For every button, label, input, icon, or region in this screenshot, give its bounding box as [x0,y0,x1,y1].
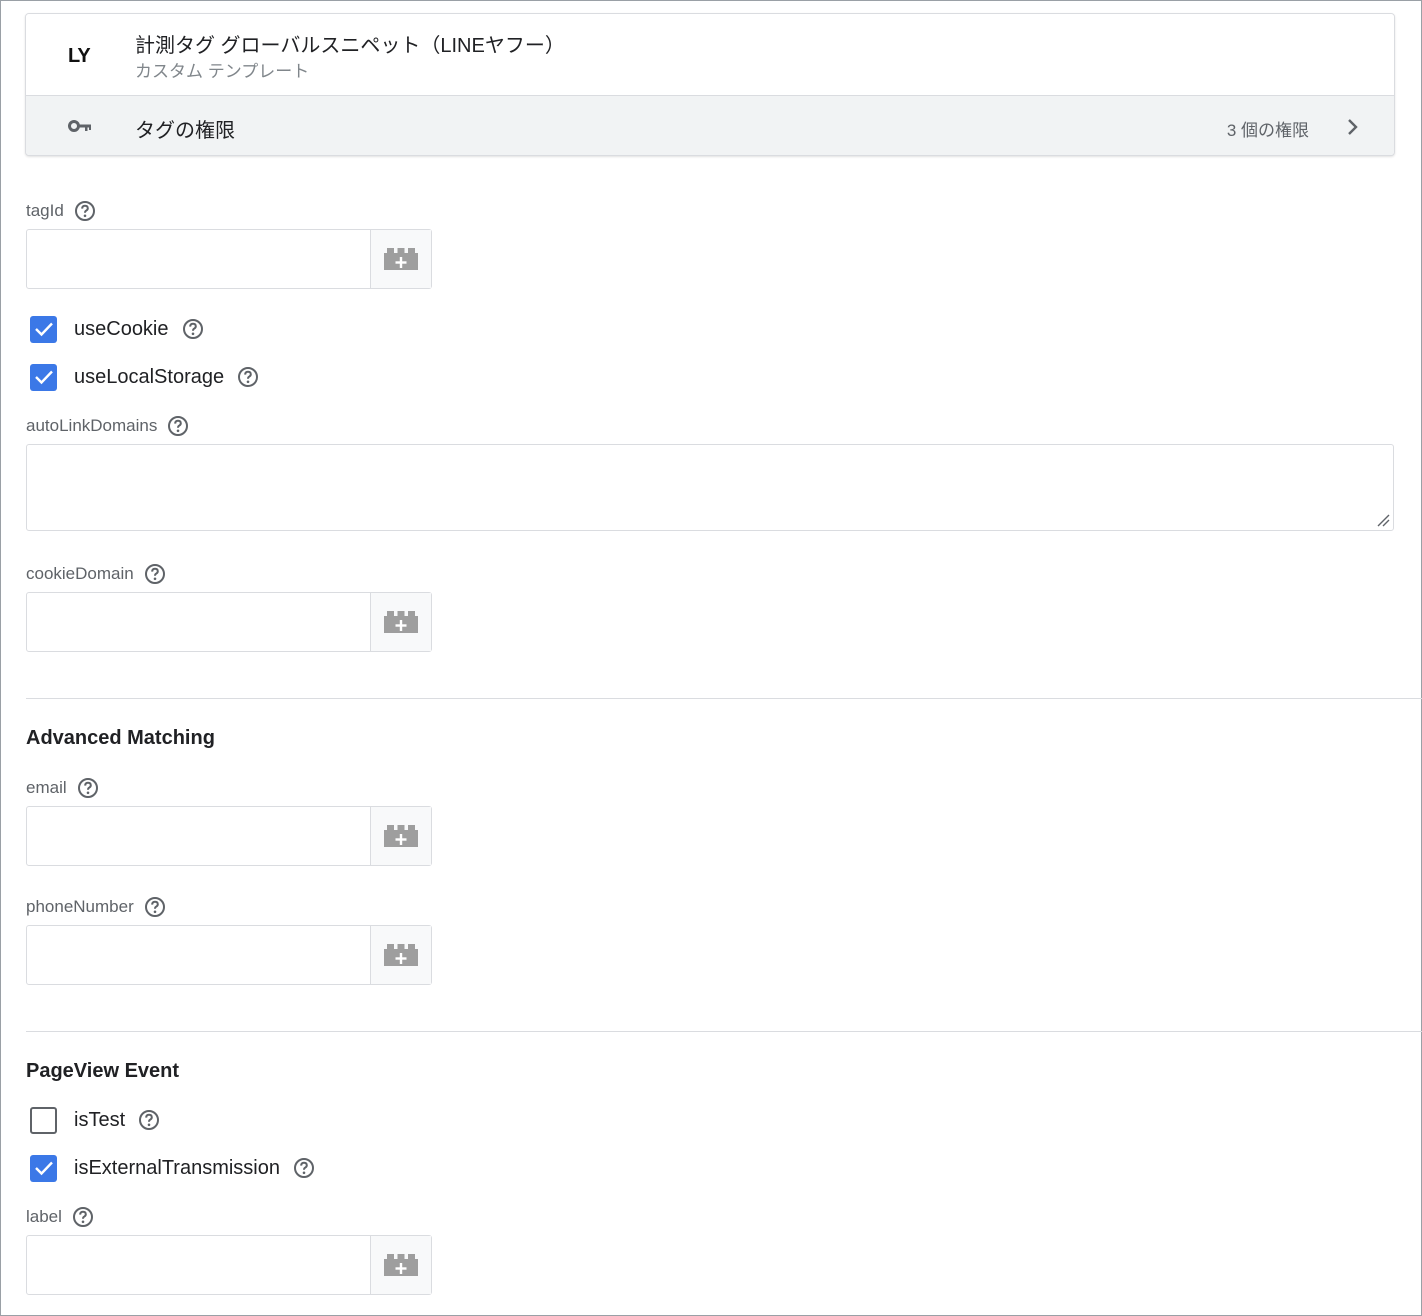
tagid-input[interactable] [27,230,370,288]
help-icon[interactable] [77,777,99,799]
email-label-row: email [26,776,99,800]
email-label: email [26,778,67,797]
autolinkdomains-textarea[interactable] [26,444,1394,531]
autolinkdomains-label: autoLinkDomains [26,416,158,435]
help-icon[interactable] [144,896,166,918]
istest-checkbox-row[interactable]: isTest [30,1106,160,1134]
cookiedomain-label: cookieDomain [26,564,134,583]
template-subtitle: カスタム テンプレート [135,62,310,81]
email-input[interactable] [27,807,370,865]
cookiedomain-input-group [26,592,432,652]
template-card: LY 計測タグ グローバルスニペット（LINEヤフー） カスタム テンプレート … [25,13,1395,156]
uselocalstorage-checkbox-row[interactable]: useLocalStorage [30,363,259,391]
tag-permissions-row[interactable]: タグの権限 3 個の権限 [26,96,1394,155]
tagid-variable-button[interactable] [370,230,431,288]
istest-label: isTest [74,1108,126,1131]
checkmark-icon [34,322,53,337]
uselocalstorage-label: useLocalStorage [74,365,225,388]
usecookie-label: useCookie [74,317,169,340]
template-info: LY 計測タグ グローバルスニペット（LINEヤフー） カスタム テンプレート [26,14,1394,96]
checkmark-icon [34,1161,53,1176]
help-icon[interactable] [74,200,96,222]
add-variable-icon [384,825,418,847]
tag-permissions-label: タグの権限 [135,120,235,142]
usecookie-checkbox[interactable] [30,315,57,343]
istest-checkbox[interactable] [30,1106,57,1134]
label-variable-button[interactable] [370,1236,431,1294]
tagid-label: tagId [26,201,64,220]
add-variable-icon [384,248,418,270]
autolinkdomains-label-row: autoLinkDomains [26,414,189,438]
pageview-event-title: PageView Event [26,1060,180,1082]
key-icon [68,120,91,132]
email-variable-button[interactable] [370,807,431,865]
resize-handle-icon[interactable] [1376,513,1390,527]
label-field-label-row: label [26,1205,94,1229]
isexternaltransmission-label: isExternalTransmission [74,1156,280,1179]
help-icon[interactable] [138,1109,160,1131]
usecookie-checkbox-row[interactable]: useCookie [30,315,204,343]
help-icon[interactable] [72,1206,94,1228]
help-icon[interactable] [167,415,189,437]
label-input-group [26,1235,432,1295]
help-icon[interactable] [237,366,259,388]
label-input[interactable] [27,1236,370,1294]
phonenumber-label: phoneNumber [26,897,134,916]
cookiedomain-label-row: cookieDomain [26,562,166,586]
cookiedomain-variable-button[interactable] [370,593,431,651]
cookiedomain-input[interactable] [27,593,370,651]
window-frame [0,0,1422,1316]
isexternaltransmission-checkbox-row[interactable]: isExternalTransmission [30,1154,315,1182]
phonenumber-input-group [26,925,432,985]
uselocalstorage-checkbox[interactable] [30,363,57,391]
advanced-matching-title: Advanced Matching [26,727,215,749]
label-field-label: label [26,1207,62,1226]
section-divider [26,698,1422,699]
isexternaltransmission-checkbox[interactable] [30,1154,57,1182]
email-input-group [26,806,432,866]
section-divider [26,1031,1422,1032]
phonenumber-input[interactable] [27,926,370,984]
tagid-input-group [26,229,432,289]
permissions-count: 3 個の権限 [1226,121,1309,140]
add-variable-icon [384,944,418,966]
help-icon[interactable] [144,563,166,585]
add-variable-icon [384,1254,418,1276]
phonenumber-label-row: phoneNumber [26,895,166,919]
add-variable-icon [384,611,418,633]
checkmark-icon [34,370,53,385]
help-icon[interactable] [182,318,204,340]
tagid-label-row: tagId [26,199,96,223]
phonenumber-variable-button[interactable] [370,926,431,984]
template-logo: LY [68,45,91,67]
template-title: 計測タグ グローバルスニペット（LINEヤフー） [135,35,565,57]
chevron-right-icon [1348,119,1358,135]
help-icon[interactable] [293,1157,315,1179]
